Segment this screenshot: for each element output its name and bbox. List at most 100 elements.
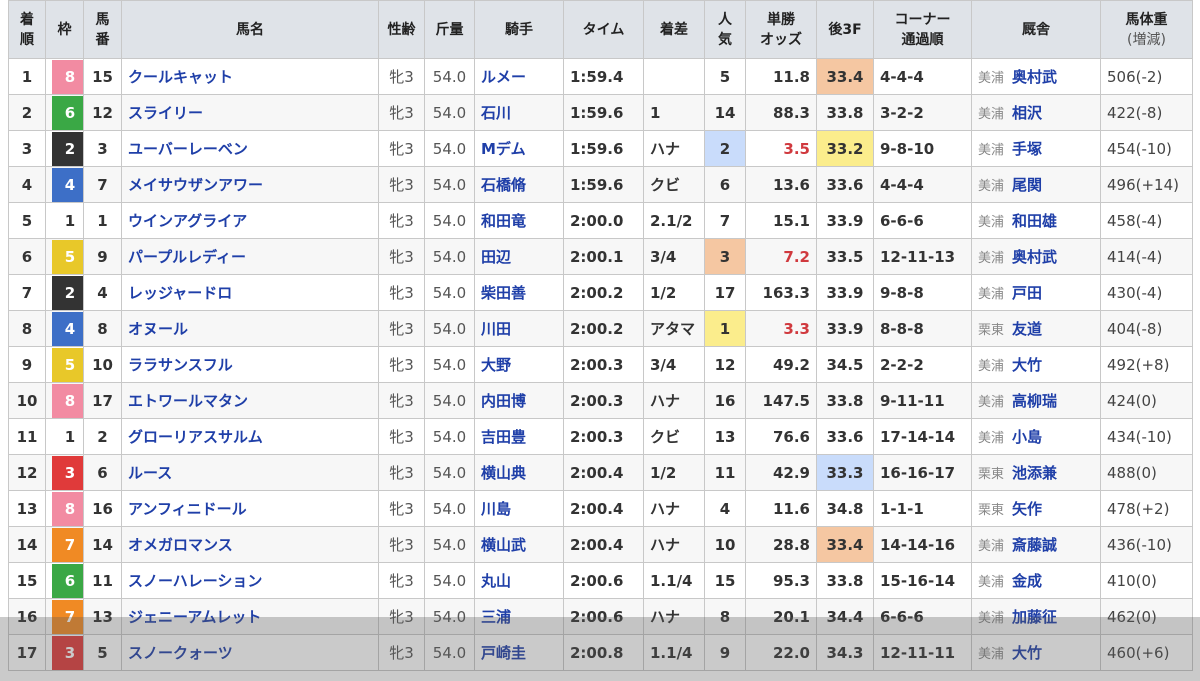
margin-cell: 3/4	[643, 238, 705, 275]
margin-cell: 1	[643, 94, 705, 131]
last3f-cell: 33.4	[816, 526, 874, 563]
jockey-link[interactable]: 石川	[481, 104, 511, 122]
waku-cell: 7	[45, 526, 84, 563]
horse-name-link[interactable]: グローリアスサルム	[128, 428, 263, 446]
trainer-link[interactable]: 和田雄	[1012, 212, 1057, 230]
jockey-link[interactable]: 三浦	[481, 608, 511, 626]
trainer-link[interactable]: 手塚	[1012, 140, 1042, 158]
jockey-link[interactable]: ルメー	[481, 68, 526, 86]
horse-name-link[interactable]: スノークォーツ	[128, 644, 233, 662]
jockey-link[interactable]: 丸山	[481, 572, 511, 590]
jockey-cell: 川田	[474, 310, 564, 347]
header-weight[interactable]: 斤量	[424, 0, 475, 59]
jockey-cell: 石川	[474, 94, 564, 131]
jockey-link[interactable]: Mデム	[481, 140, 526, 158]
jockey-link[interactable]: 大野	[481, 356, 511, 374]
trainer-link[interactable]: 小島	[1012, 428, 1042, 446]
waku-badge: 8	[52, 383, 83, 418]
jockey-link[interactable]: 石橋脩	[481, 176, 526, 194]
jockey-link[interactable]: 横山典	[481, 464, 526, 482]
trainer-link[interactable]: 奥村武	[1012, 248, 1057, 266]
horse-name-link[interactable]: ウインアグライア	[128, 212, 247, 230]
trainer-link[interactable]: 斎藤誠	[1012, 536, 1057, 554]
jockey-link[interactable]: 柴田善	[481, 284, 526, 302]
odds-cell: 49.2	[745, 346, 817, 383]
horse-name-cell: ウインアグライア	[121, 202, 379, 239]
trainer-cell: 美浦 相沢	[971, 94, 1101, 131]
header-bw-line1: 馬体重	[1125, 11, 1168, 28]
time-cell: 2:00.4	[563, 490, 644, 527]
horse-name-link[interactable]: ジェニーアムレット	[128, 608, 261, 626]
corner-cell: 2-2-2	[873, 346, 972, 383]
header-waku[interactable]: 枠	[45, 0, 84, 59]
header-body-weight[interactable]: 馬体重 (増減)	[1100, 0, 1193, 59]
trainer-link[interactable]: 友道	[1012, 320, 1042, 338]
sex-age-cell: 牝3	[378, 562, 425, 599]
horse-name-link[interactable]: スノーハレーション	[128, 572, 262, 590]
horse-name-link[interactable]: アンフィニドール	[128, 500, 247, 518]
header-num[interactable]: 馬番	[83, 0, 122, 59]
margin-cell: 1.1/4	[643, 634, 705, 671]
table-row: 14 7 14 オメガロマンス 牝3 54.0 横山武 2:00.4 ハナ 10 28.8 33.4 1…	[8, 526, 1193, 563]
odds-cell: 42.9	[745, 454, 817, 491]
trainer-link[interactable]: 金成	[1012, 572, 1042, 590]
horse-name-link[interactable]: レッジャードロ	[128, 284, 232, 302]
trainer-link[interactable]: 相沢	[1012, 104, 1042, 122]
popularity-cell: 10	[704, 526, 746, 563]
horse-name-link[interactable]: パープルレディー	[128, 248, 246, 266]
waku-cell: 2	[45, 130, 84, 167]
horse-name-link[interactable]: オヌール	[128, 320, 188, 338]
margin-cell	[643, 58, 705, 95]
jockey-link[interactable]: 川島	[481, 500, 511, 518]
trainer-link[interactable]: 高柳瑞	[1012, 392, 1057, 410]
horse-name-link[interactable]: ルース	[128, 464, 172, 482]
waku-badge: 6	[52, 563, 83, 598]
trainer-link[interactable]: 加藤征	[1012, 608, 1057, 626]
horse-number-cell: 6	[83, 454, 122, 491]
header-odds[interactable]: 単勝 オッズ	[745, 0, 817, 59]
header-corner[interactable]: コーナー 通過順	[873, 0, 972, 59]
horse-name-link[interactable]: メイサウザンアワー	[128, 176, 263, 194]
waku-cell: 5	[45, 238, 84, 275]
trainer-link[interactable]: 戸田	[1012, 284, 1042, 302]
trainer-link[interactable]: 大竹	[1012, 356, 1042, 374]
trainer-link[interactable]: 大竹	[1012, 644, 1042, 662]
header-name[interactable]: 馬名	[121, 0, 379, 59]
horse-name-link[interactable]: スライリー	[128, 104, 203, 122]
jockey-link[interactable]: 内田博	[481, 392, 526, 410]
waku-cell: 7	[45, 598, 84, 635]
header-margin[interactable]: 着差	[643, 0, 705, 59]
trainer-link[interactable]: 奥村武	[1012, 68, 1057, 86]
trainer-cell: 美浦 斎藤誠	[971, 526, 1101, 563]
horse-name-link[interactable]: オメガロマンス	[128, 536, 233, 554]
header-popularity[interactable]: 人気	[704, 0, 746, 59]
jockey-link[interactable]: 川田	[481, 320, 511, 338]
header-rank[interactable]: 着順	[8, 0, 46, 59]
trainer-link[interactable]: 矢作	[1012, 500, 1042, 518]
header-trainer[interactable]: 厩舎	[971, 0, 1101, 59]
trainer-link[interactable]: 尾関	[1012, 176, 1042, 194]
header-last3f[interactable]: 後3F	[816, 0, 874, 59]
jockey-link[interactable]: 吉田豊	[481, 428, 526, 446]
jockey-link[interactable]: 和田竜	[481, 212, 526, 230]
horse-name-link[interactable]: エトワールマタン	[128, 392, 248, 410]
jockey-link[interactable]: 横山武	[481, 536, 526, 554]
trainer-cell: 美浦 小島	[971, 418, 1101, 455]
header-time[interactable]: タイム	[563, 0, 644, 59]
body-weight-cell: 410(0)	[1100, 562, 1193, 599]
header-sex-age[interactable]: 性齢	[378, 0, 425, 59]
horse-name-link[interactable]: ユーバーレーベン	[128, 140, 248, 158]
header-bw-line2: (増減)	[1127, 31, 1166, 48]
header-jockey[interactable]: 騎手	[474, 0, 564, 59]
rank-cell: 3	[8, 130, 46, 167]
corner-cell: 1-1-1	[873, 490, 972, 527]
jockey-link[interactable]: 戸崎圭	[481, 644, 526, 662]
horse-name-cell: ジェニーアムレット	[121, 598, 379, 635]
trainer-link[interactable]: 池添兼	[1012, 464, 1057, 482]
horse-name-link[interactable]: ララサンスフル	[128, 356, 233, 374]
jockey-link[interactable]: 田辺	[481, 248, 511, 266]
sex-age-cell: 牝3	[378, 130, 425, 167]
horse-number-cell: 2	[83, 418, 122, 455]
horse-name-link[interactable]: クールキャット	[128, 68, 233, 86]
margin-cell: 3/4	[643, 346, 705, 383]
